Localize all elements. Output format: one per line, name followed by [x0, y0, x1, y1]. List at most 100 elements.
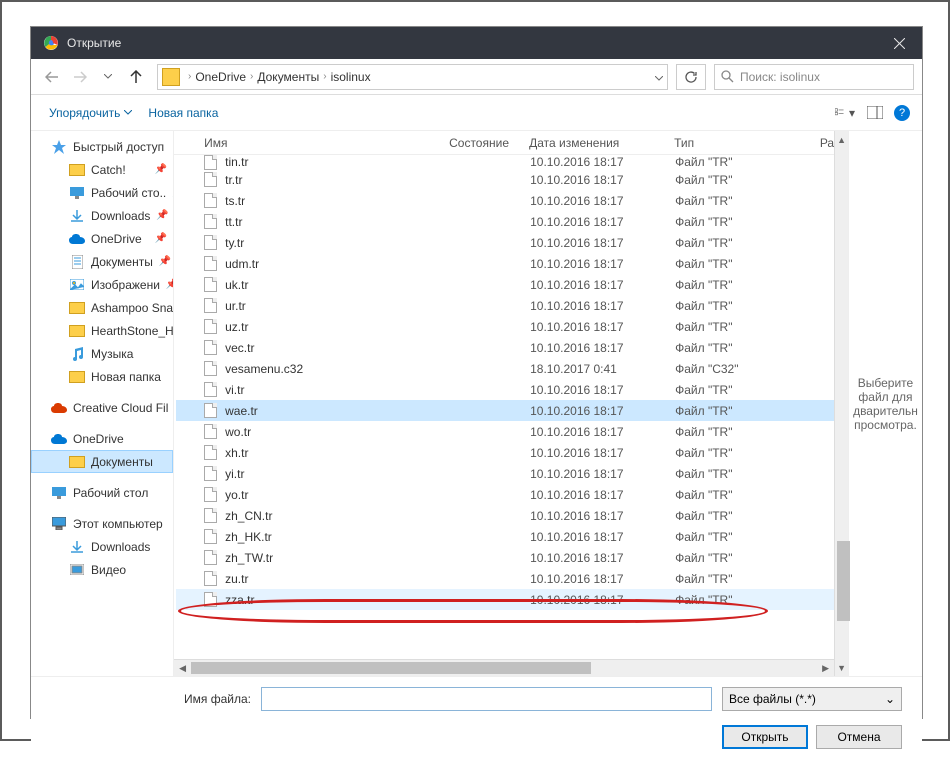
file-row[interactable]: uk.tr10.10.2016 18:17Файл "TR": [176, 274, 834, 295]
file-date: 10.10.2016 18:17: [530, 341, 675, 355]
file-row[interactable]: yo.tr10.10.2016 18:17Файл "TR": [176, 484, 834, 505]
file-row[interactable]: zza.tr10.10.2016 18:17Файл "TR": [176, 589, 834, 610]
close-button[interactable]: [876, 27, 922, 59]
file-row[interactable]: wo.tr10.10.2016 18:17Файл "TR": [176, 421, 834, 442]
search-input[interactable]: Поиск: isolinux: [714, 64, 914, 90]
file-row[interactable]: zh_TW.tr10.10.2016 18:17Файл "TR": [176, 547, 834, 568]
file-list[interactable]: tin.tr10.10.2016 18:17Файл "TR"tr.tr10.1…: [174, 155, 834, 659]
nav-forward[interactable]: [67, 64, 93, 90]
sidebar-onedrive[interactable]: OneDrive: [31, 427, 173, 450]
sidebar-item[interactable]: Downloads: [31, 535, 173, 558]
column-state[interactable]: Состояние: [449, 136, 529, 150]
file-name: ts.tr: [225, 194, 470, 208]
horizontal-scrollbar[interactable]: ◀ ▶: [174, 659, 834, 676]
file-row[interactable]: zu.tr10.10.2016 18:17Файл "TR": [176, 568, 834, 589]
search-icon: [721, 70, 734, 83]
file-row[interactable]: tr.tr10.10.2016 18:17Файл "TR": [176, 169, 834, 190]
scroll-down-button[interactable]: ▼: [835, 659, 848, 676]
refresh-button[interactable]: [676, 64, 706, 90]
file-icon: [204, 214, 217, 229]
column-size[interactable]: Ра: [794, 136, 834, 150]
column-name[interactable]: Имя: [204, 136, 449, 150]
chevron-right-icon[interactable]: ›: [323, 71, 326, 82]
sidebar-item[interactable]: Видео: [31, 558, 173, 581]
nav-back[interactable]: [39, 64, 65, 90]
sidebar-item[interactable]: Creative Cloud Fil: [31, 396, 173, 419]
sidebar-quick-access[interactable]: Быстрый доступ: [31, 135, 173, 158]
breadcrumb-item[interactable]: isolinux: [331, 70, 371, 84]
scroll-thumb[interactable]: [837, 541, 850, 621]
sidebar-item[interactable]: Документы📌: [31, 250, 173, 273]
organize-button[interactable]: Упорядочить: [43, 102, 138, 124]
file-icon: [204, 382, 217, 397]
file-type: Файл "TR": [675, 320, 795, 334]
nav-recent[interactable]: [95, 64, 121, 90]
column-type[interactable]: Тип: [674, 136, 794, 150]
file-icon: [204, 592, 217, 607]
chevron-right-icon[interactable]: ›: [188, 71, 191, 82]
file-icon: [204, 550, 217, 565]
filename-input[interactable]: [261, 687, 712, 711]
new-folder-button[interactable]: Новая папка: [142, 102, 224, 124]
file-row[interactable]: ur.tr10.10.2016 18:17Файл "TR": [176, 295, 834, 316]
search-placeholder: Поиск: isolinux: [740, 70, 820, 84]
scroll-right-button[interactable]: ▶: [817, 660, 834, 676]
breadcrumb-item[interactable]: OneDrive: [195, 70, 246, 84]
file-row[interactable]: xh.tr10.10.2016 18:17Файл "TR": [176, 442, 834, 463]
view-menu[interactable]: ▾: [834, 102, 856, 124]
file-row[interactable]: wae.tr10.10.2016 18:17Файл "TR": [176, 400, 834, 421]
scroll-thumb[interactable]: [191, 662, 591, 674]
file-row[interactable]: yi.tr10.10.2016 18:17Файл "TR": [176, 463, 834, 484]
sidebar-item[interactable]: HearthStone_He: [31, 319, 173, 342]
sidebar-item[interactable]: OneDrive📌: [31, 227, 173, 250]
file-row[interactable]: ts.tr10.10.2016 18:17Файл "TR": [176, 190, 834, 211]
file-row[interactable]: zh_CN.tr10.10.2016 18:17Файл "TR": [176, 505, 834, 526]
sidebar-item[interactable]: Downloads📌: [31, 204, 173, 227]
sidebar-item-documents[interactable]: Документы: [31, 450, 173, 473]
sidebar-item[interactable]: Рабочий стол: [31, 481, 173, 504]
file-date: 10.10.2016 18:17: [530, 572, 675, 586]
file-row[interactable]: uz.tr10.10.2016 18:17Файл "TR": [176, 316, 834, 337]
file-row[interactable]: tt.tr10.10.2016 18:17Файл "TR": [176, 211, 834, 232]
file-type-filter[interactable]: Все файлы (*.*)⌄: [722, 687, 902, 711]
file-row[interactable]: tin.tr10.10.2016 18:17Файл "TR": [176, 155, 834, 169]
file-name: zh_TW.tr: [225, 551, 470, 565]
breadcrumb[interactable]: › OneDrive › Документы › isolinux: [157, 64, 668, 90]
open-button[interactable]: Открыть: [722, 725, 808, 749]
file-type: Файл "TR": [675, 173, 795, 187]
sidebar-item[interactable]: Музыка: [31, 342, 173, 365]
sidebar-item[interactable]: Ashampoo Snap: [31, 296, 173, 319]
nav-up[interactable]: [123, 64, 149, 90]
sidebar-item[interactable]: Рабочий сто..📌: [31, 181, 173, 204]
scroll-up-button[interactable]: ▲: [835, 131, 848, 148]
preview-pane-toggle[interactable]: [864, 102, 886, 124]
file-type: Файл "TR": [675, 194, 795, 208]
vertical-scrollbar[interactable]: ▲ ▼: [834, 131, 848, 676]
file-row[interactable]: ty.tr10.10.2016 18:17Файл "TR": [176, 232, 834, 253]
breadcrumb-item[interactable]: Документы: [257, 70, 319, 84]
file-row[interactable]: vi.tr10.10.2016 18:17Файл "TR": [176, 379, 834, 400]
file-name: vec.tr: [225, 341, 470, 355]
file-row[interactable]: vesamenu.c3218.10.2017 0:41Файл "C32": [176, 358, 834, 379]
footer: Имя файла: Все файлы (*.*)⌄ Открыть Отме…: [31, 676, 922, 759]
sidebar-item[interactable]: Изображени📌: [31, 273, 173, 296]
chevron-right-icon[interactable]: ›: [250, 71, 253, 82]
sidebar-this-pc[interactable]: Этот компьютер: [31, 512, 173, 535]
folder-icon: [69, 371, 85, 383]
file-name: ty.tr: [225, 236, 470, 250]
file-row[interactable]: vec.tr10.10.2016 18:17Файл "TR": [176, 337, 834, 358]
file-row[interactable]: udm.tr10.10.2016 18:17Файл "TR": [176, 253, 834, 274]
sidebar-item[interactable]: Новая папка: [31, 365, 173, 388]
breadcrumb-dropdown[interactable]: [655, 70, 663, 84]
window-title: Открытие: [67, 36, 876, 50]
help-button[interactable]: ?: [894, 105, 910, 121]
file-icon: [204, 424, 217, 439]
column-date[interactable]: Дата изменения: [529, 136, 674, 150]
scroll-left-button[interactable]: ◀: [174, 660, 191, 676]
cancel-button[interactable]: Отмена: [816, 725, 902, 749]
file-icon: [204, 256, 217, 271]
file-row[interactable]: zh_HK.tr10.10.2016 18:17Файл "TR": [176, 526, 834, 547]
file-type: Файл "TR": [675, 446, 795, 460]
sidebar-item[interactable]: Catch!📌: [31, 158, 173, 181]
close-icon: [894, 38, 905, 49]
